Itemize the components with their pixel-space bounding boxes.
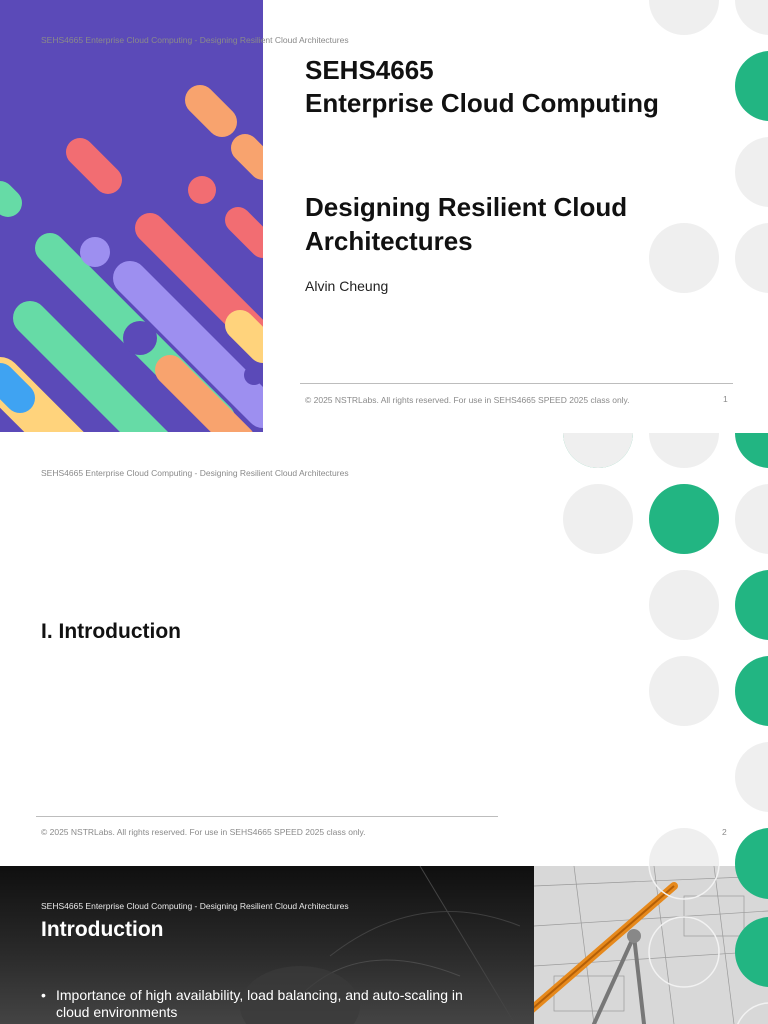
- bullet-dot-icon: •: [41, 987, 46, 1003]
- title-slide: SEHS4665 Enterprise Cloud Computing - De…: [0, 0, 768, 432]
- course-code: SEHS4665: [305, 55, 434, 85]
- footer-divider: [300, 383, 733, 384]
- author-name: Alvin Cheung: [305, 278, 389, 294]
- copyright-footer: © 2025 NSTRLabs. All rights reserved. Fo…: [41, 827, 366, 837]
- slide-header: SEHS4665 Enterprise Cloud Computing - De…: [41, 35, 349, 45]
- content-slide: SEHS4665 Enterprise Cloud Computing - De…: [0, 866, 768, 1024]
- footer-divider: [36, 816, 498, 817]
- bullet-text: Importance of high availability, load ba…: [56, 987, 463, 1020]
- deck-title-line-2: Architectures: [305, 226, 473, 256]
- section-title: I. Introduction: [41, 620, 181, 643]
- section-slide: SEHS4665 Enterprise Cloud Computing - De…: [0, 433, 768, 866]
- decorative-dots: [563, 433, 768, 866]
- slide-title: Introduction: [41, 918, 164, 941]
- deck-title-line-1: Designing Resilient Cloud: [305, 192, 628, 222]
- page-number: 1: [723, 394, 728, 404]
- slide-header: SEHS4665 Enterprise Cloud Computing - De…: [41, 901, 349, 911]
- course-name: Enterprise Cloud Computing: [305, 88, 659, 118]
- slide-header: SEHS4665 Enterprise Cloud Computing - De…: [41, 468, 349, 478]
- page-number: 2: [722, 827, 727, 837]
- copyright-footer: © 2025 NSTRLabs. All rights reserved. Fo…: [305, 395, 630, 405]
